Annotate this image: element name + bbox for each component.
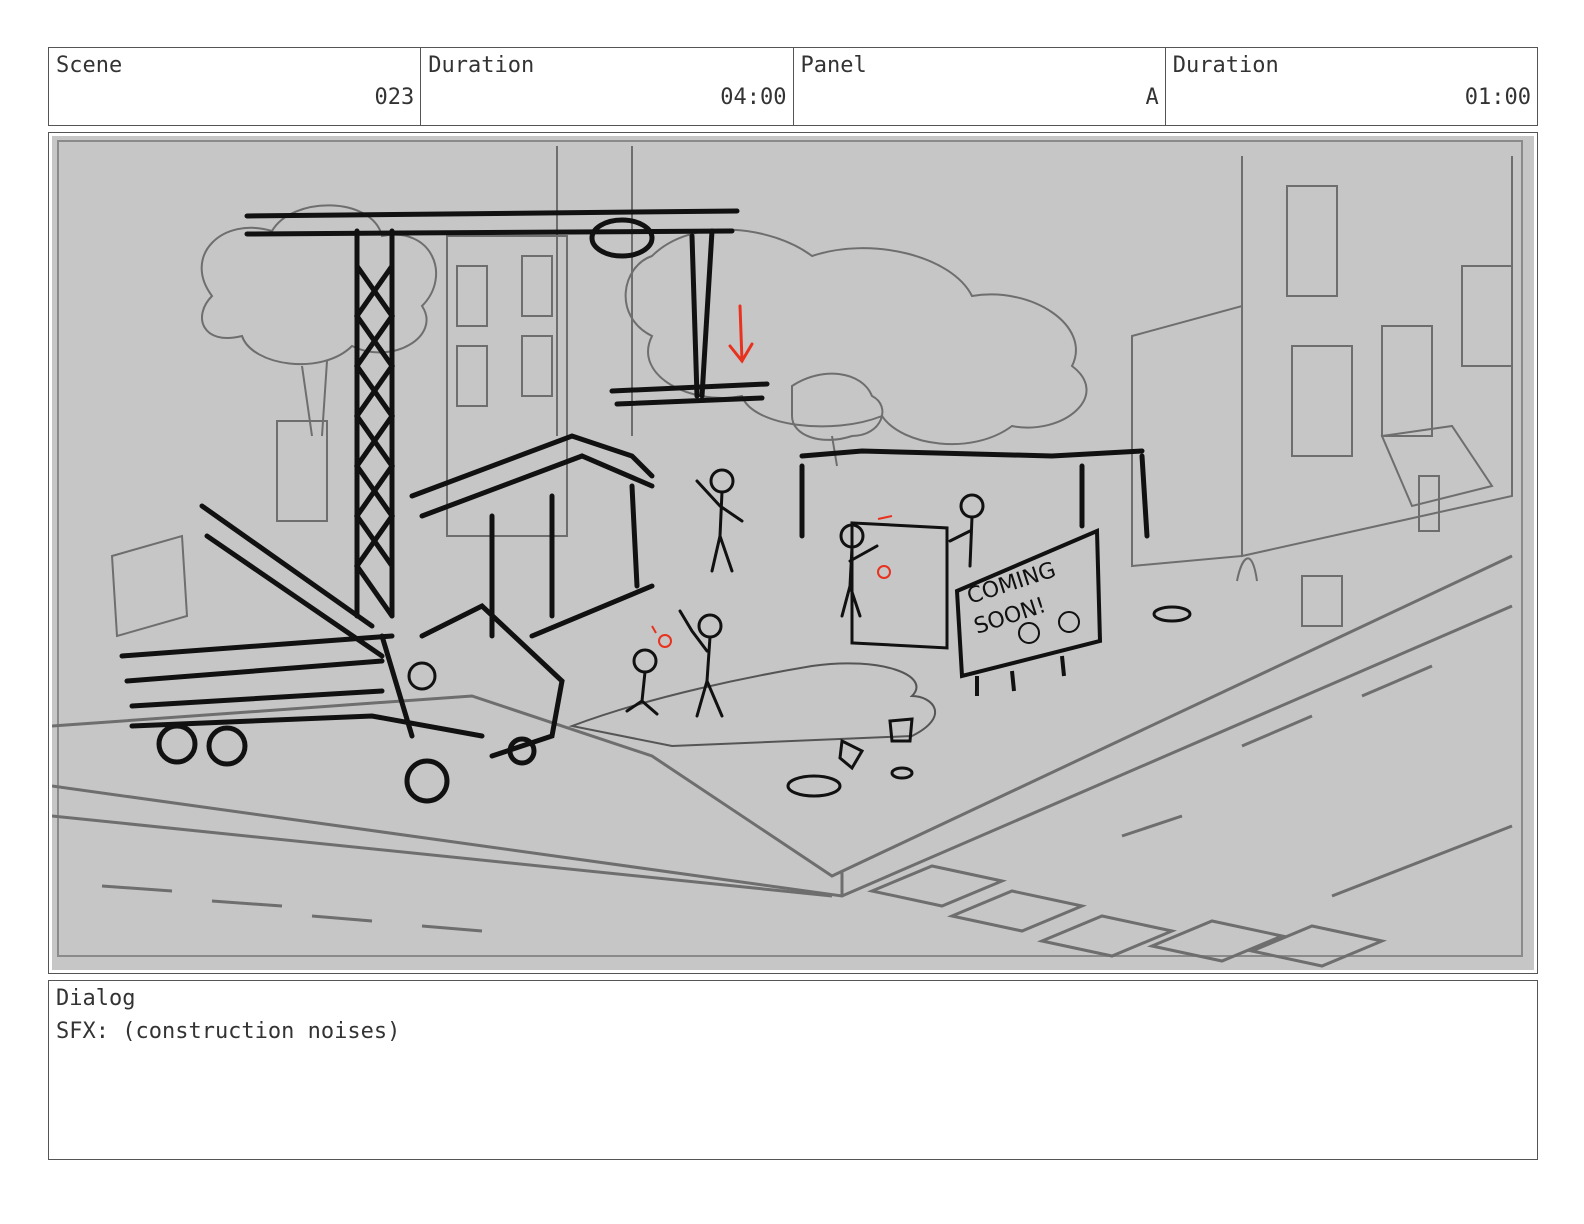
sketch-background bbox=[52, 136, 1534, 970]
dialog-text: SFX: (construction noises) bbox=[56, 1019, 401, 1044]
panel-cell: Panel A bbox=[794, 48, 1166, 125]
storyboard-panel: COMING SOON! bbox=[48, 132, 1538, 974]
panel-duration-label: Duration bbox=[1172, 53, 1279, 78]
dialog-label: Dialog bbox=[56, 986, 136, 1011]
scene-cell: Scene 023 bbox=[49, 48, 422, 125]
scene-label: Scene bbox=[56, 53, 123, 78]
panel-label: Panel bbox=[800, 53, 867, 78]
scene-duration-value: 04:00 bbox=[720, 85, 787, 110]
dialog-box: Dialog SFX: (construction noises) bbox=[48, 980, 1538, 1160]
scene-number: 023 bbox=[374, 85, 415, 110]
panel-duration-value: 01:00 bbox=[1464, 85, 1531, 110]
scene-duration-cell: Duration 04:00 bbox=[421, 48, 794, 125]
construction-site-sketch: COMING SOON! bbox=[52, 136, 1534, 970]
scene-duration-label: Duration bbox=[428, 53, 535, 78]
panel-duration-cell: Duration 01:00 bbox=[1166, 48, 1537, 125]
storyboard-header: Scene 023 Duration 04:00 Panel A Duratio… bbox=[48, 47, 1538, 126]
panel-id: A bbox=[1145, 85, 1159, 110]
